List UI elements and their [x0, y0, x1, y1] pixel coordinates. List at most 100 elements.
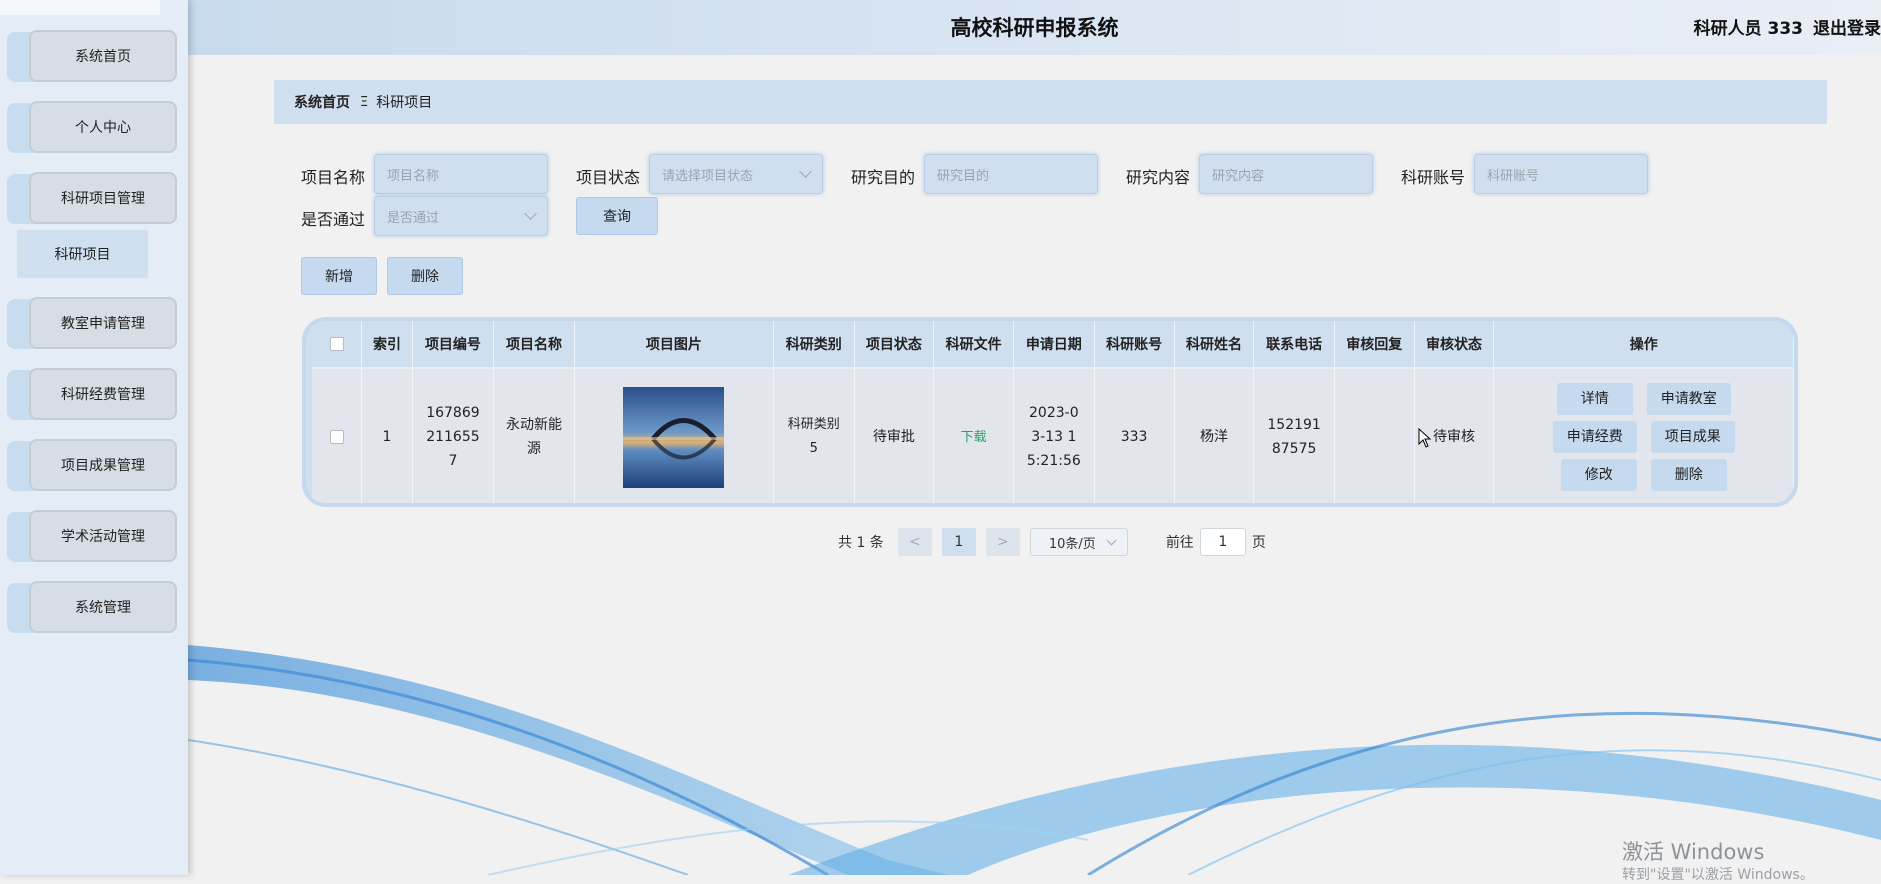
sidebar-item-classroom-application[interactable]: 教室申请管理: [7, 297, 177, 351]
page-size-select[interactable]: 10条/页: [1029, 528, 1128, 556]
table-row: 1 1678692116557 永动新能源 科研类别5 待审批 下载 2023-…: [312, 368, 1794, 503]
research-account-label: 科研账号: [1401, 168, 1466, 187]
detail-button[interactable]: 详情: [1556, 383, 1633, 415]
breadcrumb-home[interactable]: 系统首页: [294, 92, 350, 112]
query-button[interactable]: 查询: [576, 197, 658, 235]
project-image: [623, 386, 725, 488]
column-header: 科研类别: [773, 321, 855, 369]
row-checkbox[interactable]: [329, 430, 344, 444]
column-header: 联系电话: [1253, 321, 1335, 369]
sidebar-item-achievement-management[interactable]: 项目成果管理: [7, 439, 177, 493]
cell-project-image: [574, 368, 774, 503]
cell-operations: 详情 申请教室 申请经费 项目成果 修改 删除: [1493, 368, 1794, 503]
column-header: 科研文件: [933, 321, 1015, 369]
sidebar-item-academic-activity[interactable]: 学术活动管理: [7, 510, 177, 564]
chevron-down-icon: [1106, 535, 1117, 546]
goto-prefix: 前往: [1165, 535, 1194, 551]
delete-button[interactable]: 删除: [387, 257, 463, 295]
cell-index: 1: [361, 368, 413, 503]
table-header-row: 索引 项目编号 项目名称 项目图片 科研类别 项目状态 科研文件 申请日期 科研…: [312, 321, 1794, 369]
goto-page-input[interactable]: 1: [1199, 528, 1246, 556]
cell-name: 杨洋: [1174, 368, 1255, 503]
sidebar-top: [0, 0, 160, 15]
passed-placeholder: 是否通过: [387, 210, 440, 226]
category-text: 科研类别5: [787, 417, 840, 456]
chevron-down-icon: [524, 207, 537, 220]
column-header: 操作: [1493, 321, 1794, 369]
column-header: 项目名称: [493, 321, 575, 369]
sidebar-item-label: 科研项目管理: [29, 172, 177, 224]
phone-text: 15219187575: [1267, 417, 1321, 457]
cell-apply-date: 2023-03-13 15:21:56: [1013, 368, 1095, 503]
research-purpose-input[interactable]: 研究目的: [924, 154, 1098, 194]
apply-date-text: 2023-03-13 15:21:56: [1026, 405, 1081, 469]
sidebar-subitem-research-project[interactable]: 科研项目: [17, 230, 148, 278]
column-header: 索引: [361, 321, 413, 369]
column-header: 申请日期: [1013, 321, 1095, 369]
page-number-button[interactable]: 1: [941, 528, 976, 556]
column-header: 审核回复: [1334, 321, 1415, 369]
project-name-input[interactable]: 项目名称: [374, 154, 548, 194]
sidebar-item-label: 系统管理: [29, 581, 177, 633]
chevron-down-icon: [799, 165, 812, 178]
row-select-cell: [312, 368, 363, 503]
add-button[interactable]: 新增: [301, 257, 377, 295]
achievement-button[interactable]: 项目成果: [1650, 421, 1735, 453]
column-header: 项目状态: [854, 321, 935, 369]
breadcrumb-current: 科研项目: [376, 95, 433, 111]
project-no-text: 1678692116557: [426, 405, 480, 469]
research-account-input[interactable]: 科研账号: [1474, 154, 1648, 194]
sidebar-item-label: 项目成果管理: [29, 439, 177, 491]
windows-activation-hint: 转到"设置"以激活 Windows。: [1622, 867, 1814, 883]
research-purpose-label: 研究目的: [851, 168, 916, 187]
cell-status: 待审批: [854, 368, 935, 503]
cell-category: 科研类别5: [773, 368, 855, 503]
cell-account: 333: [1094, 368, 1175, 503]
select-all-checkbox[interactable]: [329, 337, 344, 351]
cell-phone: 15219187575: [1253, 368, 1335, 503]
research-content-input[interactable]: 研究内容: [1199, 154, 1373, 194]
breadcrumb-separator-icon: Ξ: [360, 94, 369, 110]
next-page-button[interactable]: >: [985, 528, 1020, 556]
goto-suffix: 页: [1251, 535, 1266, 551]
research-content-label: 研究内容: [1126, 168, 1191, 187]
sidebar-item-label: 学术活动管理: [29, 510, 177, 562]
project-name-label: 项目名称: [301, 168, 366, 187]
cell-project-no: 1678692116557: [412, 368, 495, 503]
apply-classroom-button[interactable]: 申请教室: [1646, 383, 1731, 415]
sidebar-item-label: 科研经费管理: [29, 368, 177, 420]
project-table: 索引 项目编号 项目名称 项目图片 科研类别 项目状态 科研文件 申请日期 科研…: [302, 317, 1798, 507]
apply-funding-button[interactable]: 申请经费: [1552, 421, 1637, 453]
project-name-text: 永动新能源: [506, 417, 563, 457]
sidebar-item-label: 系统首页: [29, 30, 177, 82]
passed-select[interactable]: 是否通过: [374, 196, 548, 236]
sidebar-item-research-project-management[interactable]: 科研项目管理: [7, 172, 177, 226]
passed-label: 是否通过: [301, 210, 366, 229]
pagination-total: 共 1 条: [838, 535, 884, 551]
edit-button[interactable]: 修改: [1560, 459, 1637, 491]
project-status-label: 项目状态: [576, 168, 641, 187]
cell-reply: [1334, 368, 1415, 503]
sidebar-item-home[interactable]: 系统首页: [7, 30, 177, 84]
column-header: 项目编号: [412, 321, 495, 369]
column-header: 科研账号: [1094, 321, 1175, 369]
project-status-placeholder: 请选择项目状态: [662, 168, 754, 184]
sidebar-item-funding-management[interactable]: 科研经费管理: [7, 368, 177, 422]
column-header: 项目图片: [574, 321, 774, 369]
windows-activation-watermark: 激活 Windows: [1622, 840, 1765, 864]
download-link[interactable]: 下载: [961, 430, 987, 445]
project-status-select[interactable]: 请选择项目状态: [649, 154, 823, 194]
sidebar-item-label: 教室申请管理: [29, 297, 177, 349]
column-header: 审核状态: [1414, 321, 1495, 369]
main-content: 系统首页 Ξ 科研项目 项目名称 项目名称 项目状态 请选择项目状态 研究目的 …: [0, 0, 1881, 875]
column-header: 科研姓名: [1174, 321, 1255, 369]
row-delete-button[interactable]: 删除: [1650, 459, 1727, 491]
mouse-cursor-icon: [1418, 428, 1432, 448]
sidebar-item-personal-center[interactable]: 个人中心: [7, 101, 177, 155]
sidebar-item-label: 个人中心: [29, 101, 177, 153]
select-all-cell: [312, 321, 363, 369]
cell-project-name: 永动新能源: [493, 368, 575, 503]
sidebar: 系统首页 个人中心 科研项目管理 科研项目 教室申请管理 科研经费管理 项目成果…: [0, 0, 188, 875]
prev-page-button[interactable]: <: [897, 528, 932, 556]
sidebar-item-system-management[interactable]: 系统管理: [7, 581, 177, 635]
